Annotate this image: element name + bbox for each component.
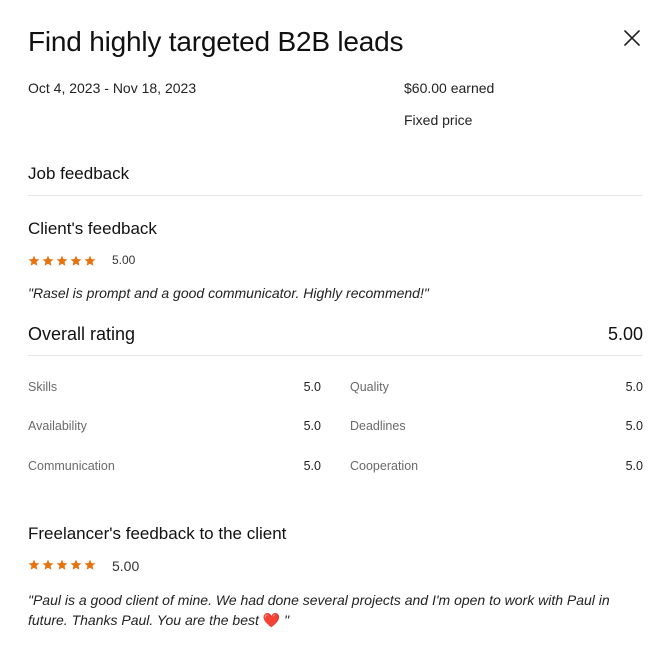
rating-value-cooperation: 5.0 <box>625 459 643 473</box>
divider <box>28 195 643 196</box>
freelancer-comment-line-2: future. Thanks Paul. You are the best ❤️… <box>28 610 648 630</box>
rating-label-deadlines: Deadlines <box>350 419 406 433</box>
rating-value-quality: 5.0 <box>625 380 643 394</box>
freelancer-feedback-heading: Freelancer's feedback to the client <box>28 524 287 543</box>
client-star-rating <box>28 255 96 267</box>
amount-earned: $60.00 earned <box>404 80 495 96</box>
client-comment: "Rasel is prompt and a good communicator… <box>28 285 429 301</box>
freelancer-score: 5.00 <box>112 558 140 574</box>
contract-dates: Oct 4, 2023 - Nov 18, 2023 <box>28 80 197 96</box>
divider <box>28 355 643 356</box>
star-icon <box>56 559 68 570</box>
star-icon <box>70 559 82 570</box>
close-icon[interactable] <box>622 28 642 48</box>
rating-value-availability: 5.0 <box>303 419 321 433</box>
star-icon <box>42 559 54 570</box>
rating-label-skills: Skills <box>28 380 58 394</box>
client-score: 5.00 <box>112 253 136 267</box>
star-icon <box>56 255 68 266</box>
rating-value-communication: 5.0 <box>303 459 321 473</box>
job-feedback-heading: Job feedback <box>28 164 130 183</box>
overall-rating-label: Overall rating <box>28 324 136 344</box>
rating-label-cooperation: Cooperation <box>350 459 419 473</box>
modal-title: Find highly targeted B2B leads <box>28 26 404 57</box>
rating-label-communication: Communication <box>28 459 115 473</box>
freelancer-comment-end: " <box>280 612 290 628</box>
freelancer-comment-line-1: "Paul is a good client of mine. We had d… <box>28 592 610 608</box>
freelancer-comment-text: future. Thanks Paul. You are the best <box>28 612 259 628</box>
client-feedback-heading: Client's feedback <box>28 219 157 238</box>
rating-label-quality: Quality <box>350 380 389 394</box>
freelancer-comment: "Paul is a good client of mine. We had d… <box>28 590 648 630</box>
rating-value-deadlines: 5.0 <box>625 419 643 433</box>
star-icon <box>84 255 96 266</box>
rating-label-availability: Availability <box>28 419 87 433</box>
heart-icon: ❤️ <box>262 612 281 628</box>
star-icon <box>70 255 82 266</box>
overall-rating-value: 5.00 <box>607 324 643 344</box>
star-icon <box>28 559 40 570</box>
freelancer-star-rating <box>28 559 96 571</box>
star-icon <box>42 255 54 266</box>
rating-value-skills: 5.0 <box>303 380 321 394</box>
star-icon <box>84 559 96 570</box>
star-icon <box>28 255 40 266</box>
close-icon-graphic <box>624 30 640 46</box>
feedback-modal: Find highly targeted B2B leads Oct 4, 20… <box>0 0 671 649</box>
price-type: Fixed price <box>404 112 473 128</box>
